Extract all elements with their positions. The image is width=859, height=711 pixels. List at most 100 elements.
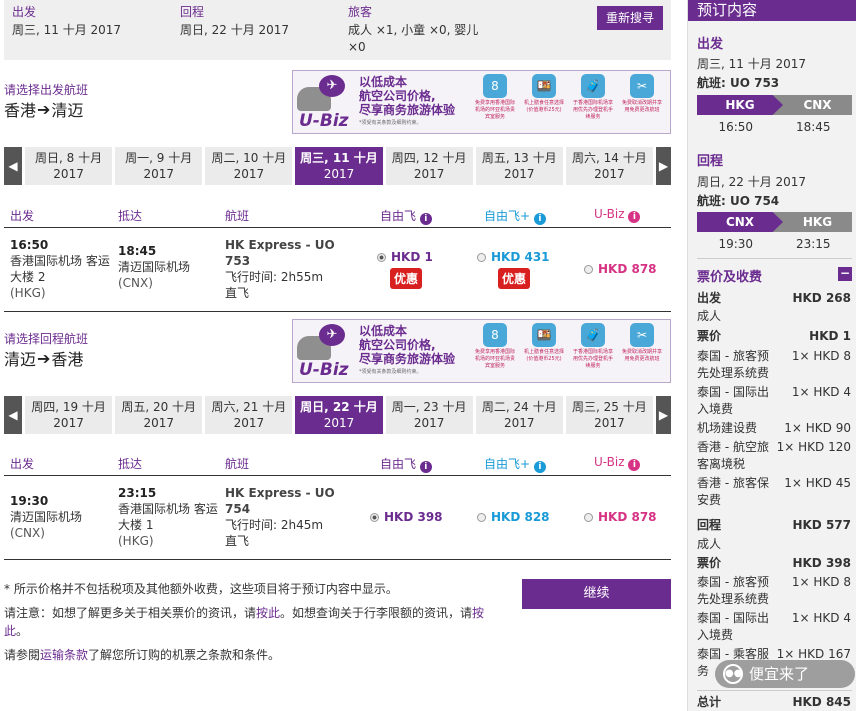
change-benefit: ✂ 免费取消改期并享用免费更改航班: [620, 323, 664, 370]
fare-info-link[interactable]: 按此: [256, 606, 280, 620]
ubiz-option[interactable]: HKD 878: [584, 510, 657, 524]
sidebar-return-label: 回程: [697, 154, 724, 169]
collapse-icon[interactable]: −: [838, 267, 852, 281]
col-arrive: 抵达: [118, 457, 143, 471]
priority-checkin-icon: 🧳: [581, 74, 605, 98]
price-row: 泰国 - 国际出入境费 1× HKD 4: [697, 611, 851, 642]
date-option[interactable]: 周一, 23 十月 2017: [382, 396, 473, 434]
col-ubiz: U-Biz i: [594, 455, 641, 471]
research-button[interactable]: 重新搜寻: [597, 6, 663, 30]
ubiz-option[interactable]: HKD 878: [584, 262, 657, 276]
date-option[interactable]: 周一, 9 十月 2017: [112, 147, 203, 185]
col-flight: 航班: [225, 457, 250, 471]
date-option[interactable]: 周二, 10 十月 2017: [202, 147, 293, 185]
info-icon[interactable]: i: [419, 461, 432, 473]
date-option[interactable]: 周六, 14 十月 2017: [562, 147, 653, 185]
col-fare: 自由飞 i: [380, 207, 432, 225]
priority-benefit: 🧳 于香港国际机场享用优先办理登机手续服务: [571, 323, 615, 370]
lounge-icon: 8: [483, 323, 507, 347]
price-row: 机场建设费 1× HKD 90: [697, 421, 851, 435]
banner-text: 以低成本 航空公司价格, 尽享商务旅游体验: [359, 75, 456, 117]
date-option[interactable]: 周四, 19 十月 2017: [22, 396, 113, 434]
return-label: 回程: [180, 5, 205, 19]
price-row: 票价 HKD 1: [697, 329, 851, 343]
meal-icon: 🍱: [532, 323, 556, 347]
fare-option-selected[interactable]: HKD 1: [377, 250, 433, 264]
meal-benefit: 🍱 机上膳食任意选择(价值港币25元): [522, 74, 566, 121]
outbound-route-bar: HKG CNX: [697, 95, 852, 115]
next-week-button[interactable]: ▶: [652, 147, 671, 185]
prev-week-button[interactable]: ◀: [4, 147, 22, 185]
outbound-flight-row: 16:50 香港国际机场 客运大楼 2 (HKG) 18:45 清迈国际机场 (…: [4, 229, 671, 312]
route-to: 清迈: [51, 101, 84, 120]
fare-plus-option[interactable]: HKD 828: [477, 510, 550, 524]
date-option[interactable]: 周四, 12 十月 2017: [382, 147, 473, 185]
price-row: 泰国 - 旅客预先处理系统费 1× HKD 8: [697, 349, 851, 380]
return-summary: 回程 周日, 22 十月 2017: [180, 3, 289, 39]
date-option[interactable]: 周五, 20 十月 2017: [112, 396, 203, 434]
sidebar-outbound-date: 周三, 11 十月 2017: [697, 57, 807, 71]
date-option[interactable]: 周三, 25 十月 2017: [562, 396, 653, 434]
priority-benefit: 🧳 于香港国际机场享用优先办理登机手续服务: [571, 74, 615, 121]
price-row: 成人: [697, 537, 722, 551]
route-to: 香港: [51, 350, 84, 369]
return-route-bar: CNX HKG: [697, 212, 852, 232]
arrow-right-icon: ➔: [37, 348, 51, 368]
radio-button: [377, 252, 386, 262]
sidebar-outbound-label: 出发: [697, 37, 724, 52]
info-icon[interactable]: i: [628, 459, 641, 471]
conditions-of-carriage-link[interactable]: 运输条款: [40, 648, 88, 662]
change-benefit: ✂ 免费取消改期并享用免费更改航班: [620, 74, 664, 121]
prev-week-button[interactable]: ◀: [4, 396, 22, 434]
route-from: 香港: [4, 101, 37, 120]
arrival-info: 23:15 香港国际机场 客运大楼 1 (HKG): [118, 486, 218, 548]
date-option[interactable]: 周六, 21 十月 2017: [202, 396, 293, 434]
meal-benefit: 🍱 机上膳食任意选择(价值港币25元): [522, 323, 566, 370]
info-icon[interactable]: i: [628, 211, 641, 223]
ubiz-banner[interactable]: ✈ U-Biz 以低成本 航空公司价格, 尽享商务旅游体验 *须受有关条款及细则约束…: [292, 70, 671, 134]
return-table-header: 出发 抵达 航班 自由飞 i 自由飞+ i U-Biz i: [4, 448, 671, 476]
promo-badge: 优惠: [390, 268, 423, 289]
arrow-right-icon: ➔: [37, 99, 51, 119]
date-option[interactable]: 周二, 24 十月 2017: [472, 396, 563, 434]
price-breakdown-header: 票价及收费 −: [697, 266, 852, 285]
info-icon[interactable]: i: [533, 461, 546, 473]
outbound-times: 16:50 18:45: [718, 120, 831, 134]
ubiz-banner[interactable]: ✈ U-Biz 以低成本 航空公司价格, 尽享商务旅游体验 *须受有关条款及细则约束…: [292, 319, 671, 383]
radio-button: [584, 512, 593, 522]
departure-info: 16:50 香港国际机场 客运大楼 2 (HKG): [10, 238, 110, 300]
date-option-selected[interactable]: 周三, 11 十月 2017: [292, 147, 383, 185]
fare-plus-option[interactable]: HKD 431: [477, 250, 550, 264]
lounge-icon: 8: [483, 74, 507, 98]
return-flight-row: 19:30 清迈国际机场 (CNX) 23:15 香港国际机场 客运大楼 1 (…: [4, 477, 671, 560]
date-option[interactable]: 周日, 8 十月 2017: [22, 147, 113, 185]
col-arrive: 抵达: [118, 209, 143, 223]
fare-option-selected[interactable]: HKD 398: [370, 510, 443, 524]
info-icon[interactable]: i: [419, 213, 432, 225]
banner-disclaimer: *须受有关条款及细则约束。: [359, 120, 422, 126]
price-row: 香港 - 旅客保安费 1× HKD 45: [697, 476, 851, 507]
outbound-route: 香港 ➔ 清迈: [4, 97, 83, 121]
date-option-selected[interactable]: 周日, 22 十月 2017: [292, 396, 383, 434]
price-row: 泰国 - 国际出入境费 1× HKD 4: [697, 385, 851, 416]
radio-button: [477, 252, 486, 262]
radio-button: [477, 512, 486, 522]
watermark: ●● 便宜来了: [715, 660, 855, 688]
date-option[interactable]: 周五, 13 十月 2017: [472, 147, 563, 185]
banner-text: 以低成本 航空公司价格, 尽享商务旅游体验: [359, 324, 456, 366]
col-flight: 航班: [225, 209, 250, 223]
return-value: 周日, 22 十月 2017: [180, 23, 290, 37]
sidebar-return-flight: 航班: UO 754: [697, 194, 780, 208]
info-icon[interactable]: i: [533, 213, 546, 225]
depart-label: 出发: [12, 5, 37, 19]
col-depart: 出发: [10, 457, 35, 471]
lounge-benefit: 8 免费享用香港国际机场的环亚机场贵宾室服务: [473, 323, 517, 370]
grand-total-row: 总计 HKD 845: [697, 695, 851, 709]
passenger-summary: 旅客 成人 ×1, 小童 ×0, 婴儿 ×0: [348, 3, 488, 56]
continue-button[interactable]: 继续: [522, 579, 671, 609]
next-week-button[interactable]: ▶: [652, 396, 671, 434]
ubiz-logo: ✈ U-Biz: [297, 73, 357, 131]
plane-icon: ✈: [319, 324, 345, 346]
flexible-change-icon: ✂: [630, 323, 654, 347]
promo-badge: 优惠: [498, 268, 531, 289]
